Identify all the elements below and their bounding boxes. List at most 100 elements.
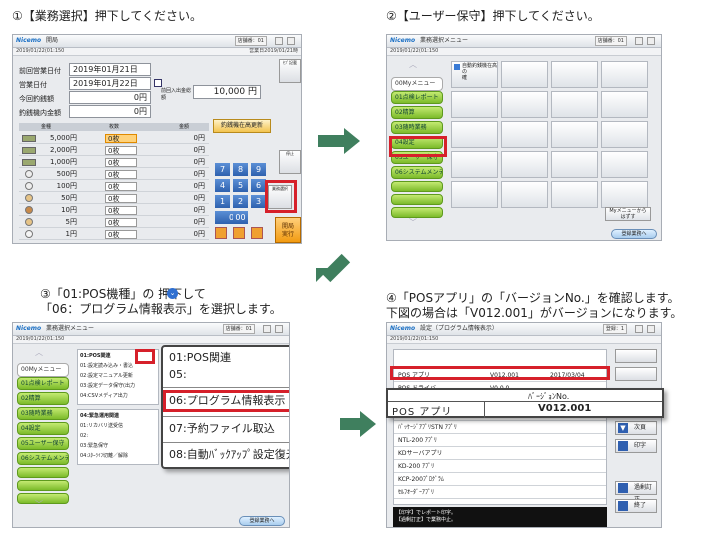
list-row[interactable]: 04:緊急運用関連 bbox=[80, 412, 119, 420]
function-tile[interactable] bbox=[601, 151, 648, 178]
minimize-icon[interactable] bbox=[263, 325, 271, 333]
function-tile[interactable] bbox=[601, 61, 648, 88]
function-tile[interactable] bbox=[551, 181, 598, 208]
datetime: 2019/01/22(01:150 bbox=[390, 48, 439, 54]
count-field[interactable]: 0枚 bbox=[105, 158, 137, 167]
menu-my[interactable]: 00Myメニュー bbox=[17, 363, 69, 377]
function-tile[interactable] bbox=[551, 121, 598, 148]
callout-item-05[interactable]: 05: bbox=[169, 367, 187, 383]
menu-item-empty[interactable] bbox=[17, 480, 69, 491]
menu-item[interactable]: 02精算 bbox=[17, 392, 69, 405]
list-row[interactable]: 04:ｽﾀｰﾗｲﾌ切離／解除 bbox=[80, 452, 128, 460]
menu-item[interactable]: 06システムメンテ bbox=[391, 166, 443, 179]
side-button-stop[interactable]: 停止 bbox=[279, 150, 301, 174]
count-field[interactable]: 0枚 bbox=[105, 134, 137, 143]
list-row[interactable]: 03:緊急保守 bbox=[80, 442, 108, 450]
menu-item-empty[interactable] bbox=[391, 194, 443, 205]
menu-item[interactable]: 05ユーザー保守 bbox=[17, 437, 69, 450]
function-tile[interactable] bbox=[601, 121, 648, 148]
close-icon[interactable] bbox=[647, 37, 655, 45]
list-row[interactable]: 03:設定データ保守(出力 bbox=[80, 382, 135, 390]
list-row[interactable]: 01:POS関連 bbox=[80, 352, 110, 360]
function-tile[interactable] bbox=[451, 151, 498, 178]
key-8[interactable]: 8 bbox=[233, 163, 248, 176]
bill-icon bbox=[22, 159, 36, 166]
menu-my[interactable]: 00Myメニュー bbox=[391, 77, 443, 91]
menu-item-empty[interactable] bbox=[17, 467, 69, 478]
key-3[interactable]: 3 bbox=[251, 195, 266, 208]
function-tile[interactable] bbox=[501, 61, 548, 88]
side-button-a[interactable] bbox=[615, 349, 657, 363]
calendar-icon[interactable] bbox=[154, 79, 162, 87]
menu-item[interactable]: 02精算 bbox=[391, 106, 443, 119]
count-field[interactable]: 0枚 bbox=[105, 218, 137, 227]
update-change-button[interactable]: 釣銭機在高更新 bbox=[213, 119, 271, 133]
function-tile[interactable] bbox=[551, 61, 598, 88]
registered-work-button[interactable]: 登録業務へ bbox=[239, 516, 285, 526]
key-7[interactable]: 7 bbox=[215, 163, 230, 176]
menu-item[interactable]: 01点検レポート bbox=[391, 91, 443, 104]
enter-key[interactable] bbox=[233, 227, 245, 239]
list-row[interactable]: 02: bbox=[80, 432, 88, 440]
minimize-icon[interactable] bbox=[275, 37, 283, 45]
close-icon[interactable] bbox=[287, 37, 295, 45]
minimize-icon[interactable] bbox=[635, 37, 643, 45]
clear-key[interactable] bbox=[215, 227, 227, 239]
key-2[interactable]: 2 bbox=[233, 195, 248, 208]
side-button-1[interactable]: ｾﾌﾟ記載 bbox=[279, 59, 301, 83]
key-5[interactable]: 5 bbox=[233, 179, 248, 192]
function-tile[interactable] bbox=[451, 121, 498, 148]
menu-item[interactable]: 01点検レポート bbox=[17, 377, 69, 390]
menu-item-empty[interactable] bbox=[17, 493, 69, 504]
minimize-icon[interactable] bbox=[635, 325, 643, 333]
scroll-down-icon[interactable]: ﹀ bbox=[409, 217, 417, 228]
close-icon[interactable] bbox=[647, 325, 655, 333]
key-4[interactable]: 4 bbox=[215, 179, 230, 192]
function-tile[interactable] bbox=[551, 151, 598, 178]
denom-label: 500円 bbox=[56, 170, 77, 178]
count-field[interactable]: 0枚 bbox=[105, 170, 137, 179]
count-field[interactable]: 0枚 bbox=[105, 206, 137, 215]
remove-from-my-menu-button[interactable]: Myメニューから はずす bbox=[605, 207, 651, 221]
function-tile[interactable] bbox=[501, 91, 548, 118]
function-tile[interactable] bbox=[451, 91, 498, 118]
menu-item[interactable]: 03随時業務 bbox=[17, 407, 69, 420]
list-row[interactable]: 04:CSVメディア出力 bbox=[80, 392, 128, 400]
function-tile[interactable]: 自動釣銭機在高の 確 bbox=[451, 61, 498, 88]
callout-item-07[interactable]: 07:予約ファイル取込 bbox=[169, 421, 275, 437]
menu-item-empty[interactable] bbox=[391, 181, 443, 192]
key-00[interactable]: 00 bbox=[233, 211, 248, 224]
side-button-b[interactable] bbox=[615, 367, 657, 381]
registered-work-button[interactable]: 登録業務へ bbox=[611, 229, 657, 239]
close-icon[interactable] bbox=[275, 325, 283, 333]
open-execute-button[interactable]: 開局 実行 bbox=[275, 217, 301, 243]
count-field[interactable]: 0枚 bbox=[105, 194, 137, 203]
function-icon bbox=[454, 64, 460, 70]
list-row[interactable]: 01:設定読み込み・書込 bbox=[80, 362, 133, 370]
function-tile[interactable] bbox=[601, 91, 648, 118]
count-field[interactable]: 0枚 bbox=[105, 146, 137, 155]
key-1[interactable]: 1 bbox=[215, 195, 230, 208]
key-9[interactable]: 9 bbox=[251, 163, 266, 176]
function-tile[interactable] bbox=[501, 181, 548, 208]
function-tile[interactable] bbox=[501, 151, 548, 178]
count-field[interactable]: 0枚 bbox=[105, 182, 137, 191]
function-tile[interactable] bbox=[601, 181, 648, 208]
menu-item-empty[interactable] bbox=[391, 207, 443, 218]
list-row[interactable]: 02:設定マニュアル更新 bbox=[80, 372, 133, 380]
biz-date-field[interactable]: 2019年01月22日 bbox=[69, 77, 151, 90]
scroll-up-icon[interactable]: ︿ bbox=[35, 347, 43, 358]
count-field[interactable]: 0枚 bbox=[105, 230, 137, 239]
callout-item-08[interactable]: 08:自動ﾊﾞｯｸｱｯﾌﾟ設定復元 bbox=[169, 447, 289, 463]
scroll-up-icon[interactable]: ︿ bbox=[409, 59, 417, 70]
function-tile[interactable] bbox=[551, 91, 598, 118]
menu-item[interactable]: 03随時業務 bbox=[391, 121, 443, 134]
menu-item[interactable]: 04設定 bbox=[17, 422, 69, 435]
function-tile[interactable] bbox=[501, 121, 548, 148]
menu-item[interactable]: 06システムメンテ bbox=[17, 452, 69, 465]
cancel-key[interactable] bbox=[251, 227, 263, 239]
scroll-down-icon[interactable]: ﹀ bbox=[35, 499, 43, 510]
key-6[interactable]: 6 bbox=[251, 179, 266, 192]
function-tile[interactable] bbox=[451, 181, 498, 208]
list-row[interactable]: 01:リカバリ送受信 bbox=[80, 422, 123, 430]
